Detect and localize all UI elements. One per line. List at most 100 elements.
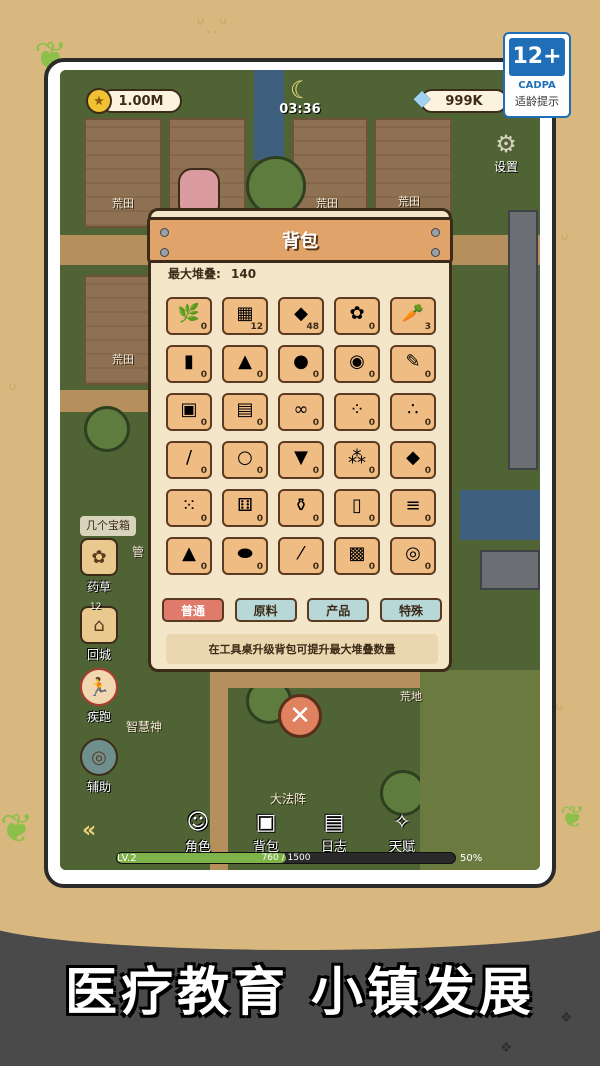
modal-header: 背包 bbox=[147, 217, 453, 263]
inventory-slot[interactable]: ⬬ 0 bbox=[222, 537, 268, 575]
inventory-slot[interactable]: ▼ 0 bbox=[278, 441, 324, 479]
inventory-slot[interactable]: ⁙ 0 bbox=[166, 489, 212, 527]
coins-value: 1.00M bbox=[118, 93, 164, 109]
side-return-button[interactable]: 12 ⌂ 回城 bbox=[74, 602, 124, 663]
inventory-slot[interactable]: ▮ 0 bbox=[166, 345, 212, 383]
side-assist-button[interactable]: ◎ 辅助 bbox=[74, 738, 124, 795]
item-quantity: 0 bbox=[256, 562, 263, 572]
stick-icon: / bbox=[185, 447, 193, 468]
nav-character[interactable]: ☺ 角色 bbox=[168, 810, 228, 855]
bolt-icon bbox=[160, 228, 169, 237]
assist-icon: ◎ bbox=[80, 738, 118, 776]
side-sprint-button[interactable]: 🏃 疾跑 bbox=[74, 668, 124, 725]
inventory-slot[interactable]: ▦ 12 bbox=[222, 297, 268, 335]
nav-talent[interactable]: ✧ 天赋 bbox=[372, 810, 432, 855]
wisdom-god-label: 智慧神 bbox=[126, 720, 163, 734]
inventory-slot[interactable]: ▲ 0 bbox=[166, 537, 212, 575]
inventory-slot[interactable]: ◉ 0 bbox=[334, 345, 380, 383]
chest-tip[interactable]: 几个宝箱 bbox=[80, 516, 136, 536]
backpack-icon: ▣ bbox=[255, 810, 277, 835]
inventory-slot[interactable]: 🌿 0 bbox=[166, 297, 212, 335]
bunny-deco-icon: ᐡ bbox=[555, 700, 564, 725]
leaf-deco-icon: ❦ bbox=[0, 806, 34, 852]
inventory-slot[interactable]: ∞ 0 bbox=[278, 393, 324, 431]
side-label: 疾跑 bbox=[86, 710, 111, 724]
inventory-slot[interactable]: ⁂ 0 bbox=[334, 441, 380, 479]
ruby-icon: ◆ bbox=[406, 447, 420, 468]
item-quantity: 0 bbox=[368, 322, 375, 332]
settings-label: 设置 bbox=[493, 160, 518, 174]
item-quantity: 0 bbox=[368, 418, 375, 428]
gear-icon: ⚙ bbox=[495, 130, 517, 158]
side-label: 药草 bbox=[86, 580, 111, 594]
rope-icon: ∞ bbox=[293, 399, 309, 420]
item-quantity: 0 bbox=[424, 466, 431, 476]
inventory-slot[interactable]: ✿ 0 bbox=[334, 297, 380, 335]
field-label: 荒田 bbox=[398, 195, 420, 208]
inventory-slot[interactable]: ◆ 0 bbox=[390, 441, 436, 479]
leaf-deco-icon: ❦ bbox=[560, 800, 586, 835]
field-label: 荒地 bbox=[400, 690, 422, 703]
inventory-slot[interactable]: ▩ 0 bbox=[334, 537, 380, 575]
inventory-slot[interactable]: ▤ 0 bbox=[222, 393, 268, 431]
inventory-slot[interactable]: ⁄ 0 bbox=[278, 537, 324, 575]
paper-icon: ▤ bbox=[236, 399, 254, 420]
item-quantity: 0 bbox=[368, 562, 375, 572]
inventory-slot[interactable]: ⚅ 0 bbox=[222, 489, 268, 527]
inventory-slot[interactable]: ⁘ 0 bbox=[334, 393, 380, 431]
dice-icon: ⚅ bbox=[237, 495, 253, 516]
inventory-slot[interactable]: ∴ 0 bbox=[390, 393, 436, 431]
bunny-character[interactable] bbox=[178, 168, 220, 212]
item-quantity: 12 bbox=[250, 322, 263, 332]
talent-icon: ✧ bbox=[392, 810, 412, 835]
day-timer: 03:36 bbox=[279, 102, 321, 117]
nav-backpack[interactable]: ▣ 背包 bbox=[236, 810, 296, 855]
item-quantity: 0 bbox=[424, 514, 431, 524]
coins-display: 1.00M bbox=[100, 89, 182, 113]
modal-title: 背包 bbox=[282, 231, 318, 252]
inventory-slot[interactable]: /0 bbox=[166, 441, 212, 479]
bunny-deco-icon: ᐡ bbox=[560, 230, 569, 255]
collapse-arrows-icon[interactable]: « bbox=[82, 818, 96, 843]
coil-icon: ◎ bbox=[405, 543, 421, 564]
category-tabs: 普通 原料 产品 特殊 bbox=[162, 598, 442, 622]
inventory-slot[interactable]: ● 0 bbox=[278, 345, 324, 383]
item-quantity: 0 bbox=[200, 418, 207, 428]
close-button[interactable]: ✕ bbox=[278, 694, 322, 738]
nav-log[interactable]: ▤ 日志 bbox=[304, 810, 364, 855]
tab-2[interactable]: 产品 bbox=[307, 598, 370, 622]
item-quantity: 0 bbox=[256, 466, 263, 476]
item-quantity: 0 bbox=[312, 418, 319, 428]
item-quantity: 0 bbox=[200, 466, 207, 476]
inventory-slot[interactable]: 🥕 3 bbox=[390, 297, 436, 335]
max-stack-value: 140 bbox=[231, 267, 257, 281]
inventory-slot[interactable]: ○ 0 bbox=[222, 441, 268, 479]
item-quantity: 0 bbox=[312, 370, 319, 380]
inventory-slot[interactable]: ▣ 0 bbox=[166, 393, 212, 431]
inventory-slot[interactable]: ◎ 0 bbox=[390, 537, 436, 575]
rating-tip: 适龄提示 bbox=[515, 95, 559, 108]
log-icon: ▤ bbox=[323, 810, 345, 835]
tab-3[interactable]: 特殊 bbox=[379, 598, 442, 622]
inventory-slot[interactable]: ⚱ 0 bbox=[278, 489, 324, 527]
inventory-slot[interactable]: ≡ 0 bbox=[390, 489, 436, 527]
item-quantity: 0 bbox=[312, 466, 319, 476]
item-quantity: 0 bbox=[200, 322, 207, 332]
item-quantity: 0 bbox=[256, 514, 263, 524]
bolt-icon bbox=[431, 248, 440, 257]
bottle-icon: ▮ bbox=[184, 351, 194, 372]
item-quantity: 0 bbox=[200, 514, 207, 524]
inventory-slot[interactable]: ◆ 48 bbox=[278, 297, 324, 335]
metal-icon: ▦ bbox=[236, 303, 254, 324]
tab-0[interactable]: 普通 bbox=[162, 598, 224, 622]
inventory-slot[interactable]: ▯ 0 bbox=[334, 489, 380, 527]
side-herb-button[interactable]: ✿ 药草 bbox=[74, 538, 124, 595]
settings-button[interactable]: ⚙ 设置 bbox=[488, 130, 524, 175]
inventory-slot[interactable]: ▲ 0 bbox=[222, 345, 268, 383]
item-quantity: 0 bbox=[200, 370, 207, 380]
inventory-slot[interactable]: ✎ 0 bbox=[390, 345, 436, 383]
item-quantity: 3 bbox=[424, 322, 431, 332]
tab-1[interactable]: 原料 bbox=[234, 598, 297, 622]
crystal-icon: ◆ bbox=[294, 303, 308, 324]
rating-org: CADPA bbox=[518, 80, 556, 91]
